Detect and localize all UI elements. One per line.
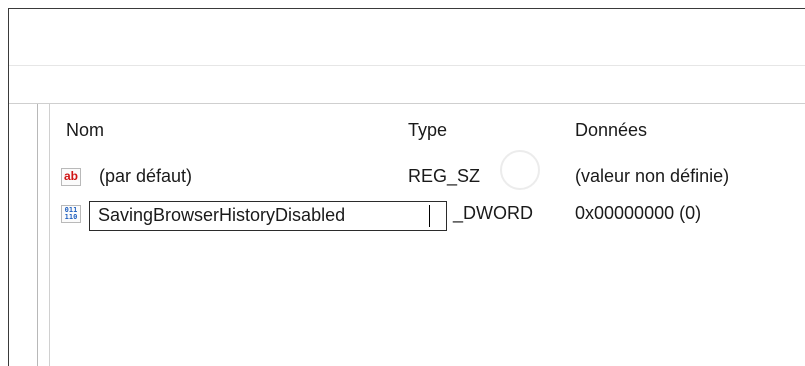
divider [9,65,805,66]
divider [9,103,805,104]
value-name: (par défaut) [99,166,193,186]
registry-editor-window: Nom Type Données ab (par défaut) REG_SZ … [8,8,805,366]
value-data: 0x00000000 (0) [575,203,702,223]
rename-input[interactable]: SavingBrowserHistoryDisabled [89,201,447,231]
list-item[interactable]: 011 110 SavingBrowserHistoryDisabled _DWO… [9,201,805,231]
pane-splitter[interactable] [49,104,50,366]
rename-input-value[interactable]: SavingBrowserHistoryDisabled [98,205,345,226]
address-bar[interactable] [9,9,805,69]
column-header-name[interactable]: Nom [66,120,104,141]
binary-value-icon: 011 110 [61,205,81,223]
column-header-data[interactable]: Données [575,120,647,141]
column-header-type[interactable]: Type [408,120,447,141]
list-item[interactable]: ab (par défaut) REG_SZ (valeur non défin… [9,164,805,192]
value-type: REG_SZ [408,166,481,186]
string-value-icon: ab [61,168,81,186]
text-caret [429,205,430,227]
value-type: _DWORD [453,203,533,223]
tree-pane-border [37,104,38,366]
value-data: (valeur non définie) [575,166,730,186]
